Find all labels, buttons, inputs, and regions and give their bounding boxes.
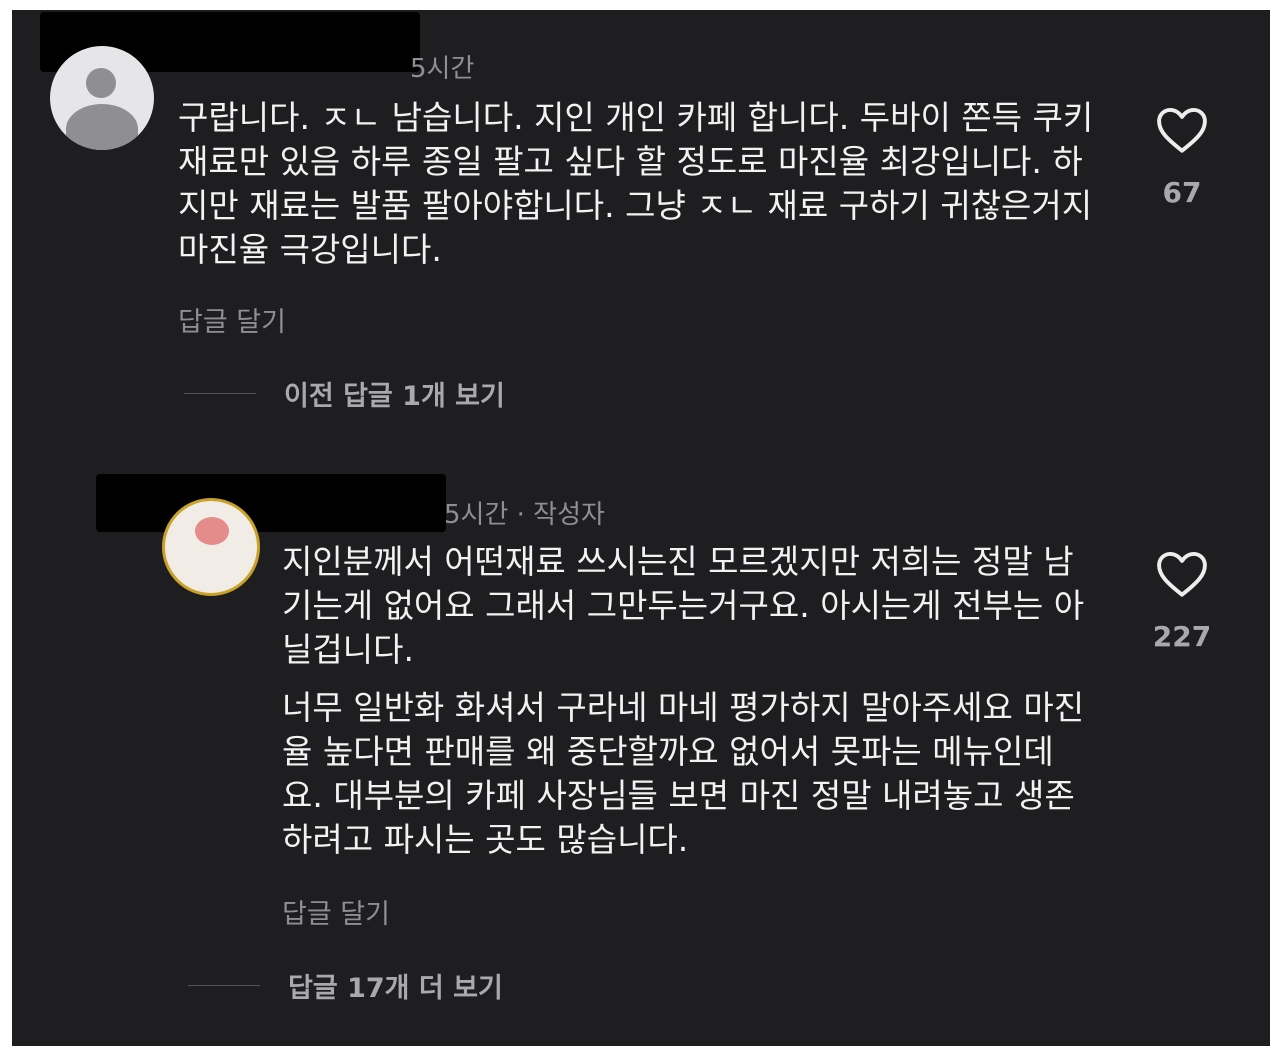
thread-divider (188, 985, 260, 986)
thread-divider (184, 393, 256, 394)
view-more-replies-button[interactable]: 답글 17개 더 보기 (188, 966, 503, 1005)
comment-text: 구랍니다. ㅈㄴ 남습니다. 지인 개인 카페 합니다. 두바이 쫀득 쿠키 재… (178, 98, 1094, 269)
comment-timestamp: 5시간 · 작성자 (444, 500, 605, 530)
avatar[interactable] (50, 46, 154, 150)
like-count: 67 (1162, 176, 1202, 209)
view-replies-button[interactable]: 이전 답글 1개 보기 (184, 374, 505, 413)
comment-timestamp: 5시간 (410, 54, 475, 84)
redacted-username (96, 474, 446, 532)
heart-outline-icon[interactable] (1155, 106, 1209, 154)
reply-button[interactable]: 답글 달기 (282, 892, 390, 931)
comment-panel: 5시간 구랍니다. ㅈㄴ 남습니다. 지인 개인 카페 합니다. 두바이 쫀득 … (12, 10, 1270, 1046)
avatar-image-shape (195, 517, 229, 545)
like-group: 227 (1137, 550, 1227, 653)
view-more-replies-label: 답글 17개 더 보기 (288, 973, 503, 1004)
heart-outline-icon[interactable] (1155, 550, 1209, 598)
avatar-body-shape (66, 104, 138, 150)
avatar[interactable] (162, 498, 260, 596)
avatar-head-shape (86, 68, 116, 98)
view-replies-label: 이전 답글 1개 보기 (284, 381, 505, 412)
like-group: 67 (1137, 106, 1227, 209)
like-count: 227 (1152, 620, 1212, 653)
comment-text: 지인분께서 어떤재료 쓰시는진 모르겠지만 저희는 정말 남기는게 없어요 그래… (282, 542, 1085, 669)
reply-button[interactable]: 답글 달기 (178, 300, 286, 339)
comment-text: 너무 일반화 화셔서 구라네 마네 평가하지 말아주세요 마진율 높다면 판매를… (282, 688, 1085, 859)
